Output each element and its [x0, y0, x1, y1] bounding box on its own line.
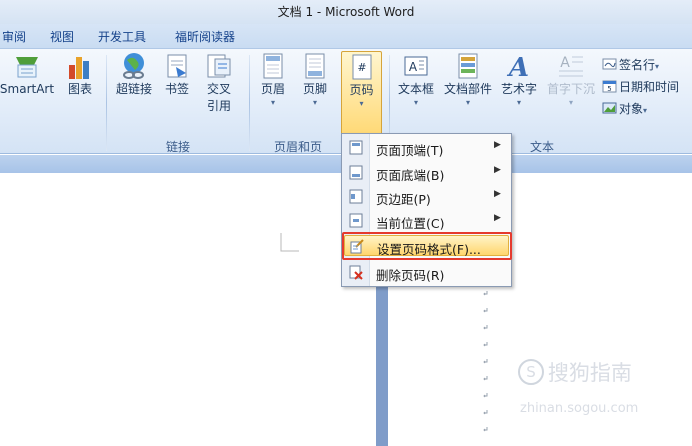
- svg-text:A: A: [560, 55, 570, 71]
- cross-reference-icon: [204, 51, 234, 81]
- menu-item-page-bottom[interactable]: 页面底端(B) ▶: [344, 162, 509, 183]
- menu-item-page-margin[interactable]: 页边距(P) ▶: [344, 186, 509, 207]
- object-button[interactable]: 对象▾: [602, 100, 647, 117]
- page-number-label: 页码: [349, 83, 374, 97]
- textbox-dropdown-arrow: ▾: [413, 98, 418, 107]
- page-number-menu: 页面顶端(T) ▶ 页面底端(B) ▶ 页边距(P) ▶ 当前位置(C) ▶ 设…: [341, 133, 512, 287]
- header-footer-group-label: 页眉和页: [273, 140, 322, 154]
- tab-developer[interactable]: 开发工具: [98, 28, 146, 45]
- watermark-brand: 搜狗指南: [547, 361, 632, 385]
- footer-button[interactable]: 页脚 ▾: [297, 51, 333, 108]
- menu-item-current-position[interactable]: 当前位置(C) ▶: [344, 210, 509, 231]
- submenu-arrow-icon: ▶: [494, 140, 501, 150]
- date-time-label: 日期和时间: [619, 80, 680, 94]
- menu-item-label: 页面顶端(T): [376, 143, 444, 158]
- window-title: 文档 1 - Microsoft Word: [277, 5, 415, 19]
- svg-text:5: 5: [607, 85, 611, 93]
- chart-label: 图表: [67, 82, 92, 96]
- tab-foxit-reader[interactable]: 福昕阅读器: [175, 28, 235, 45]
- bar-chart-icon: [65, 51, 95, 81]
- text-group-label: 文本: [529, 140, 554, 154]
- svg-text:A: A: [506, 53, 529, 81]
- quick-parts-label: 文档部件: [443, 82, 492, 96]
- footer-label: 页脚: [302, 82, 327, 96]
- globe-link-icon: [119, 51, 149, 81]
- bookmark-label: 书签: [164, 82, 189, 96]
- menu-item-page-top[interactable]: 页面顶端(T) ▶: [344, 137, 509, 158]
- page-number-button[interactable]: # 页码 ▾: [341, 51, 382, 135]
- watermark-logo: S 搜狗指南: [518, 357, 632, 387]
- cross-reference-label-1: 交叉: [206, 82, 231, 96]
- footer-dropdown-arrow: ▾: [312, 98, 317, 107]
- tab-review[interactable]: 审阅: [2, 28, 26, 45]
- submenu-arrow-icon: ▶: [494, 189, 501, 199]
- annotation-highlight-box: [342, 232, 512, 260]
- menu-item-label: 页边距(P): [376, 192, 431, 207]
- header-label: 页眉: [260, 82, 285, 96]
- footer-icon: [300, 51, 330, 81]
- submenu-arrow-icon: ▶: [494, 213, 501, 223]
- svg-text:#: #: [357, 61, 366, 74]
- vertical-shadow-bar: [376, 263, 388, 446]
- drop-cap-label: 首字下沉: [546, 82, 595, 96]
- cross-reference-label-2: 引用: [206, 99, 231, 113]
- header-icon: [258, 51, 288, 81]
- smartart-button[interactable]: SmartArt: [0, 51, 56, 98]
- bookmark-icon: [162, 51, 192, 81]
- signature-line-label: 签名行: [619, 58, 656, 72]
- menu-item-remove-page-numbers[interactable]: 删除页码(R): [344, 262, 509, 283]
- svg-text:A: A: [409, 60, 418, 74]
- page-top-icon: [349, 140, 363, 155]
- watermark-s-icon: S: [518, 359, 544, 385]
- current-position-icon: [349, 213, 363, 228]
- textbox-button[interactable]: A 文本框 ▾: [394, 51, 438, 108]
- group-divider: [249, 55, 250, 151]
- menu-item-label: 页面底端(B): [376, 168, 445, 183]
- chart-button[interactable]: 图表: [62, 51, 98, 98]
- textbox-label: 文本框: [397, 82, 434, 96]
- drop-cap-button: A 首字下沉 ▾: [543, 51, 599, 108]
- remove-page-number-icon: [349, 265, 363, 280]
- quick-parts-dropdown-arrow: ▾: [465, 98, 470, 107]
- textbox-icon: A: [401, 51, 431, 81]
- quick-parts-icon: [453, 51, 483, 81]
- wordart-label: 艺术字: [500, 82, 537, 96]
- object-icon: [602, 101, 617, 115]
- hyperlink-label: 超链接: [115, 82, 152, 96]
- ribbon-tab-bar: 审阅 视图 开发工具 福昕阅读器: [0, 24, 692, 48]
- group-divider: [106, 55, 107, 151]
- smartart-icon: [12, 51, 42, 81]
- header-dropdown-arrow: ▾: [270, 98, 275, 107]
- submenu-arrow-icon: ▶: [494, 165, 501, 175]
- page-bottom-icon: [349, 165, 363, 180]
- signature-dropdown-arrow: ▾: [655, 62, 660, 71]
- date-time-button[interactable]: 5 日期和时间: [602, 78, 679, 95]
- header-button[interactable]: 页眉 ▾: [255, 51, 291, 108]
- page-number-dropdown-arrow: ▾: [359, 99, 364, 108]
- wordart-icon: A: [504, 51, 534, 83]
- drop-cap-icon: A: [556, 51, 586, 81]
- drop-cap-dropdown-arrow: ▾: [568, 98, 573, 107]
- menu-item-label: 当前位置(C): [376, 216, 445, 231]
- smartart-label: SmartArt: [0, 82, 55, 96]
- wordart-button[interactable]: A 艺术字 ▾: [497, 51, 541, 108]
- signature-line-button[interactable]: 签名行▾: [602, 56, 659, 73]
- tab-view[interactable]: 视图: [50, 28, 74, 45]
- links-group-label: 链接: [165, 140, 190, 154]
- bookmark-button[interactable]: 书签: [160, 51, 194, 98]
- cross-reference-button[interactable]: 交叉 引用: [200, 51, 238, 115]
- quick-parts-button[interactable]: 文档部件 ▾: [440, 51, 496, 108]
- hyperlink-button[interactable]: 超链接: [111, 51, 157, 98]
- object-label: 对象: [619, 102, 644, 116]
- page-margin-icon: [349, 189, 363, 204]
- menu-item-label: 删除页码(R): [376, 268, 445, 283]
- object-dropdown-arrow: ▾: [643, 106, 648, 115]
- page-number-icon: #: [347, 52, 377, 82]
- watermark-domain: zhinan.sogou.com: [520, 401, 639, 416]
- wordart-dropdown-arrow: ▾: [516, 98, 521, 107]
- calendar-icon: 5: [602, 79, 617, 93]
- title-bar: 文档 1 - Microsoft Word: [0, 0, 692, 24]
- signature-icon: [602, 57, 617, 71]
